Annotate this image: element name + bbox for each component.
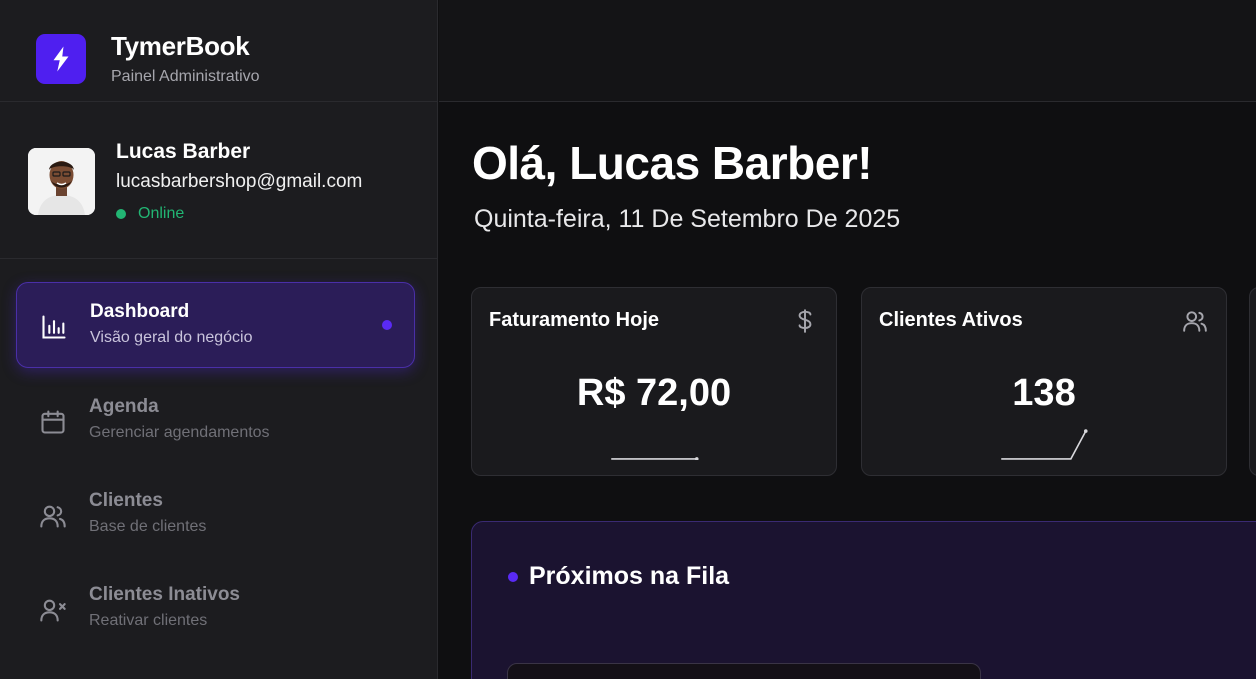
sidebar-item-agenda[interactable]: Agenda Gerenciar agendamentos bbox=[16, 378, 415, 464]
status-text: Online bbox=[138, 205, 185, 222]
sidebar: TymerBook Painel Administrativo Lucas Ba… bbox=[0, 0, 438, 679]
queue-card: Próximos na Fila bbox=[471, 521, 1256, 679]
brand-subtitle: Painel Administrativo bbox=[111, 68, 260, 85]
stat-card-partial[interactable] bbox=[1249, 287, 1256, 476]
brand-header: TymerBook Painel Administrativo bbox=[0, 0, 438, 102]
sparkline bbox=[611, 457, 699, 460]
queue-dot-icon bbox=[508, 572, 518, 582]
queue-item[interactable] bbox=[507, 663, 981, 679]
sidebar-item-dashboard[interactable]: Dashboard Visão geral do negócio bbox=[16, 282, 415, 368]
sidebar-item-title: Agenda bbox=[89, 396, 159, 417]
users-icon bbox=[39, 502, 67, 530]
page-title: Olá, Lucas Barber! bbox=[472, 137, 873, 189]
status-indicator: Online bbox=[116, 204, 184, 224]
stat-title: Clientes Ativos bbox=[879, 309, 1023, 331]
status-dot-icon bbox=[116, 209, 126, 219]
dollar-icon bbox=[792, 308, 818, 334]
stat-value: 138 bbox=[1012, 372, 1076, 414]
sidebar-item-subtitle: Base de clientes bbox=[89, 518, 207, 535]
users-icon bbox=[1182, 308, 1208, 334]
sidebar-item-subtitle: Visão geral do negócio bbox=[90, 329, 253, 346]
bar-chart-icon bbox=[40, 313, 68, 341]
calendar-icon bbox=[39, 408, 67, 436]
queue-title: Próximos na Fila bbox=[529, 562, 730, 590]
active-indicator bbox=[382, 320, 392, 330]
current-date: Quinta-feira, 11 De Setembro De 2025 bbox=[474, 205, 901, 233]
avatar[interactable] bbox=[28, 148, 95, 215]
lightning-bolt-icon[interactable] bbox=[36, 34, 86, 84]
sidebar-item-title: Clientes Inativos bbox=[89, 584, 240, 605]
stat-card-active-clients[interactable]: Clientes Ativos 138 bbox=[861, 287, 1227, 476]
stat-title: Faturamento Hoje bbox=[489, 309, 660, 331]
top-bar bbox=[439, 0, 1256, 102]
sparkline bbox=[1001, 429, 1088, 460]
sidebar-item-title: Clientes bbox=[89, 490, 163, 511]
app: TymerBook Painel Administrativo Lucas Ba… bbox=[0, 0, 1256, 679]
profile-name: Lucas Barber bbox=[116, 140, 251, 163]
user-x-icon bbox=[39, 596, 67, 624]
brand-name: TymerBook bbox=[111, 31, 250, 61]
sidebar-item-subtitle: Gerenciar agendamentos bbox=[89, 424, 270, 441]
stat-card-revenue[interactable]: Faturamento Hoje R$ 72,00 bbox=[471, 287, 837, 476]
profile-email: lucasbarbershop@gmail.com bbox=[116, 171, 363, 192]
sidebar-item-subtitle: Reativar clientes bbox=[89, 612, 208, 629]
user-profile: Lucas Barber lucasbarbershop@gmail.com O… bbox=[0, 102, 438, 259]
stat-value: R$ 72,00 bbox=[576, 372, 732, 414]
sidebar-item-clientes[interactable]: Clientes Base de clientes bbox=[16, 472, 415, 558]
sidebar-item-title: Dashboard bbox=[90, 301, 190, 322]
sidebar-item-clientes-inativos[interactable]: Clientes Inativos Reativar clientes bbox=[16, 566, 415, 652]
